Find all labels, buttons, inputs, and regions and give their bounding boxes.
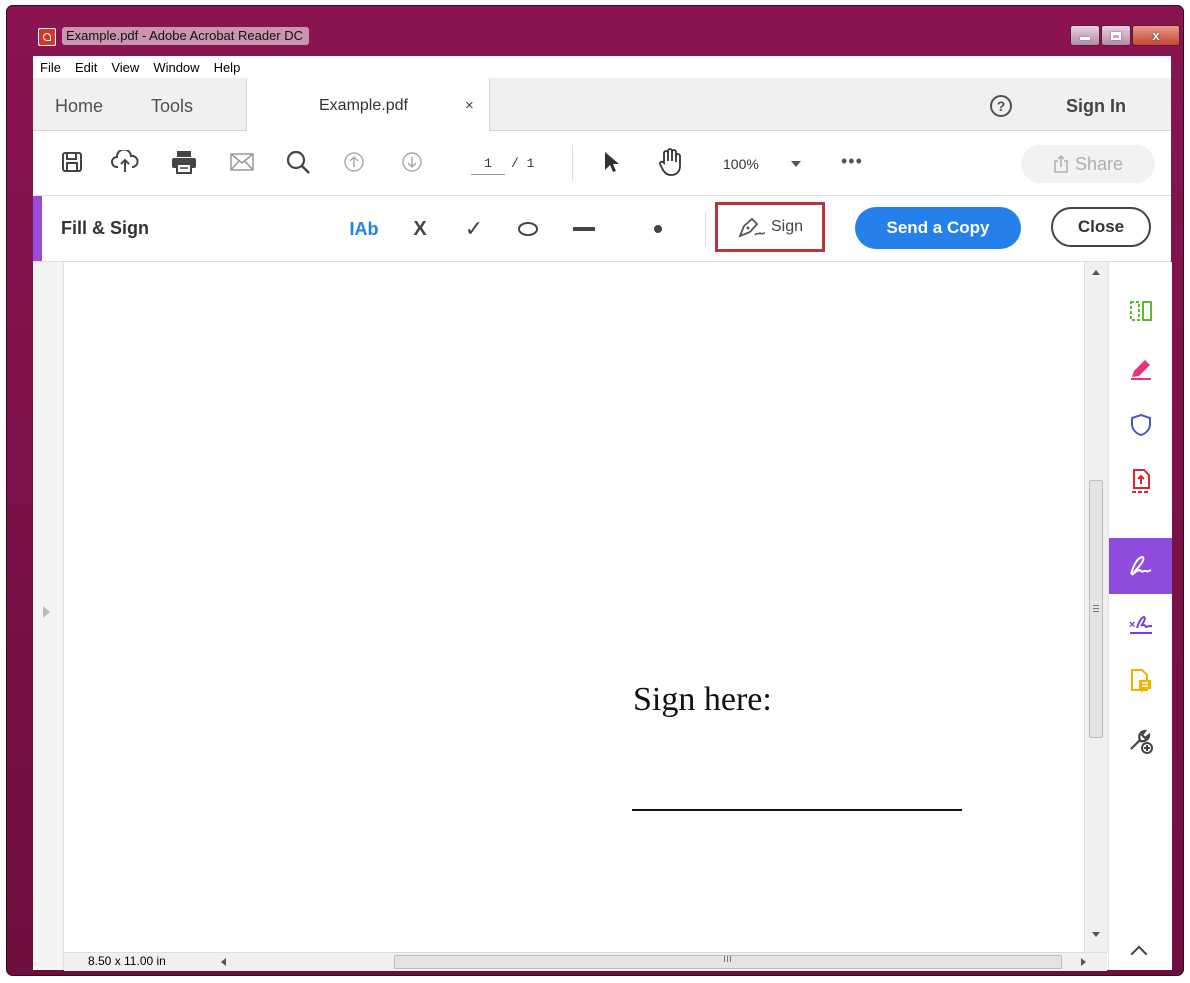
signature-line (632, 809, 962, 811)
collapse-pane-icon[interactable] (1130, 945, 1148, 963)
tab-bar: Home Tools Example.pdf × ? Sign In (33, 78, 1171, 131)
scroll-up-icon[interactable] (1092, 270, 1100, 275)
page-number-input[interactable]: 1 (471, 154, 505, 175)
comment-icon[interactable] (1109, 653, 1172, 709)
fill-sign-toolbar: Fill & Sign IAb X ✓ Sign Send a Copy Clo… (33, 196, 1171, 262)
window-title: Example.pdf - Adobe Acrobat Reader DC (62, 27, 310, 45)
toolbar-divider (572, 145, 573, 181)
email-icon[interactable] (227, 147, 257, 177)
dot-icon (654, 225, 662, 233)
upload-icon[interactable] (110, 147, 140, 177)
export-pdf-icon[interactable] (1109, 453, 1172, 509)
menu-help[interactable]: Help (207, 60, 248, 75)
svg-text:×: × (1129, 619, 1135, 631)
sign-label: Sign (770, 218, 804, 235)
send-a-copy-button[interactable]: Send a Copy (855, 207, 1021, 249)
save-icon[interactable] (57, 147, 87, 177)
fill-sign-accent-bar (33, 196, 42, 261)
protect-icon[interactable] (1109, 397, 1172, 453)
menu-bar: File Edit View Window Help (33, 56, 1171, 78)
status-bar: 8.50 x 11.00 in (64, 952, 1107, 971)
scroll-grip-icon (724, 956, 725, 962)
vertical-scroll-thumb[interactable] (1089, 480, 1103, 738)
fill-sign-title: Fill & Sign (61, 218, 149, 238)
pdf-page[interactable]: Sign here: (64, 262, 1084, 942)
more-tools-ellipsis[interactable]: ••• (841, 151, 863, 172)
help-icon[interactable]: ? (990, 95, 1012, 117)
scroll-down-icon[interactable] (1092, 932, 1100, 937)
page-total: / 1 (511, 156, 535, 171)
circle-tool[interactable] (511, 210, 545, 248)
app-window: Example.pdf - Adobe Acrobat Reader DC x … (6, 5, 1184, 976)
hand-tool-icon[interactable] (655, 147, 685, 177)
print-icon[interactable] (169, 147, 199, 177)
share-icon (1054, 155, 1068, 173)
tab-tools[interactable]: Tools (151, 96, 193, 117)
edit-pdf-icon[interactable] (1109, 341, 1172, 397)
tab-document[interactable]: Example.pdf × (246, 78, 490, 131)
zoom-dropdown-icon[interactable] (791, 161, 801, 167)
share-button[interactable]: Share (1021, 145, 1155, 183)
close-fill-sign-button[interactable]: Close (1051, 207, 1151, 247)
page-size-label: 8.50 x 11.00 in (88, 954, 166, 968)
fill-sign-divider (705, 212, 706, 246)
title-bar[interactable]: Example.pdf - Adobe Acrobat Reader DC x (6, 5, 1184, 53)
client-area: File Edit View Window Help Home Tools Ex… (33, 56, 1172, 971)
close-window-button[interactable]: x (1132, 25, 1180, 46)
menu-edit[interactable]: Edit (68, 60, 104, 75)
menu-window[interactable]: Window (146, 60, 206, 75)
vertical-scrollbar[interactable] (1084, 262, 1108, 952)
maximize-button[interactable] (1101, 25, 1131, 46)
prev-page-icon[interactable] (339, 147, 369, 177)
share-label: Share (1074, 153, 1124, 174)
pen-nib-icon (738, 217, 766, 238)
fill-sign-icon[interactable] (1109, 538, 1172, 594)
menu-view[interactable]: View (104, 60, 146, 75)
tab-document-label: Example.pdf (319, 97, 408, 114)
document-viewer: Sign here: 8.50 x 11.00 in (33, 262, 1108, 971)
scroll-left-icon[interactable] (221, 958, 226, 966)
maximize-icon (1111, 31, 1121, 40)
check-mark-tool[interactable]: ✓ (459, 210, 489, 248)
expand-panel-icon (43, 606, 50, 618)
line-icon (573, 227, 595, 231)
tab-close-button[interactable]: × (465, 97, 474, 114)
tab-home[interactable]: Home (55, 96, 103, 117)
left-panel-toggle[interactable] (33, 262, 64, 970)
close-icon: x (1152, 28, 1160, 43)
sign-button[interactable]: Sign (715, 202, 825, 252)
line-tool[interactable] (567, 210, 601, 248)
tools-pane: × (1108, 262, 1172, 970)
sign-here-text: Sign here: (633, 681, 772, 718)
minimize-icon (1080, 37, 1090, 40)
zoom-level[interactable]: 100% (723, 156, 759, 172)
window-controls: x (1069, 25, 1180, 46)
scroll-right-icon[interactable] (1081, 958, 1086, 966)
request-signature-icon[interactable]: × (1109, 597, 1172, 653)
minimize-button[interactable] (1070, 25, 1100, 46)
dot-tool[interactable] (643, 210, 673, 248)
horizontal-scroll-thumb[interactable] (394, 955, 1062, 969)
add-text-tool[interactable]: IAb (345, 210, 383, 248)
more-tools-icon[interactable] (1109, 713, 1172, 769)
next-page-icon[interactable] (397, 147, 427, 177)
organize-pages-icon[interactable] (1109, 283, 1172, 339)
circle-icon (518, 222, 538, 236)
search-icon[interactable] (283, 147, 313, 177)
select-cursor-icon[interactable] (596, 147, 626, 177)
main-toolbar: 1 / 1 100% ••• Share (33, 131, 1171, 196)
menu-file[interactable]: File (33, 60, 68, 75)
cross-mark-tool[interactable]: X (405, 210, 435, 248)
sign-in-link[interactable]: Sign In (1066, 96, 1126, 117)
acrobat-app-icon (38, 28, 56, 46)
